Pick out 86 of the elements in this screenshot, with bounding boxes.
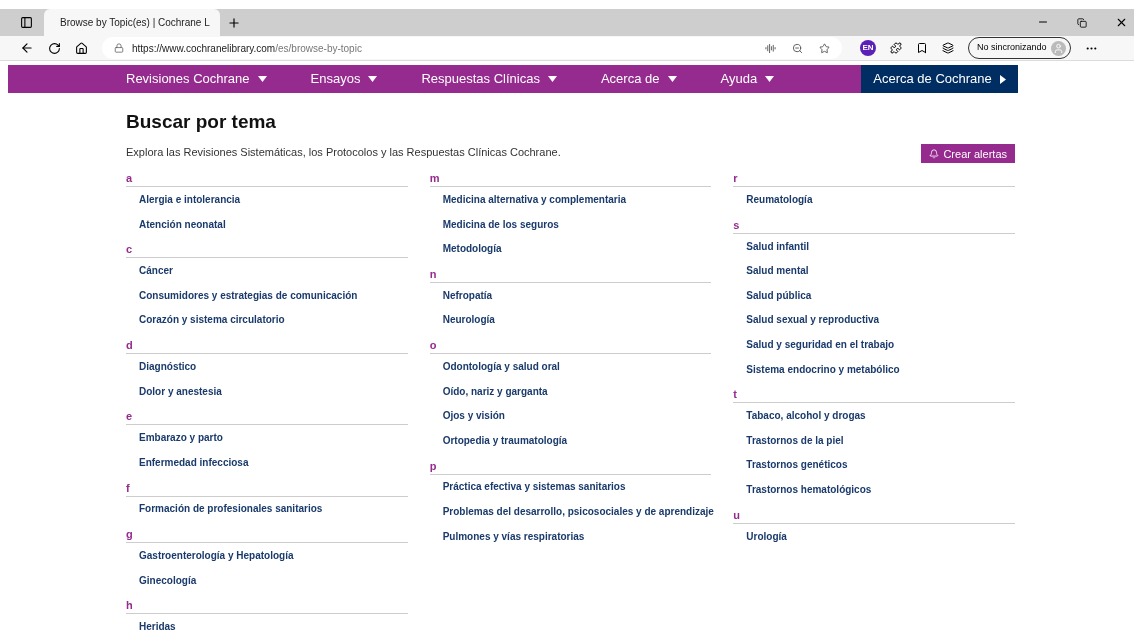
letter-heading: o (429, 338, 437, 354)
page-title: Buscar por tema (126, 110, 277, 135)
topic-link[interactable]: Alergia e intolerancia (139, 192, 241, 208)
topic-link[interactable]: Gastroenterología y Hepatología (139, 548, 294, 563)
letter-heading: f (126, 480, 130, 496)
letter-heading: t (733, 387, 737, 403)
topic-link[interactable]: Corazón y sistema circulatorio (139, 312, 285, 328)
caret-icon (257, 76, 267, 83)
letter-heading: u (733, 507, 741, 523)
topic-link[interactable]: Formación de profesionales sanitarios (139, 501, 323, 517)
nav-menu-item[interactable]: Respuestas Clínicas (421, 65, 557, 94)
bell-icon (929, 148, 940, 159)
topic-link[interactable]: Medicina alternativa y complementaria (442, 192, 627, 208)
letter-heading: n (429, 267, 437, 283)
letter-heading: h (126, 598, 133, 614)
caret-icon (368, 76, 378, 83)
zoom-out-icon[interactable] (792, 42, 803, 54)
plus-icon (227, 15, 241, 30)
nav-menu-item[interactable]: Revisiones Cochrane (126, 65, 267, 94)
favorites-icon[interactable] (916, 42, 928, 55)
topic-link[interactable]: Embarazo y parto (139, 430, 223, 446)
letter-heading: p (429, 458, 437, 474)
letter-heading: c (126, 242, 133, 258)
topic-link[interactable]: Nefropatía (442, 287, 493, 303)
letter-heading: m (429, 171, 440, 187)
tab-title: Browse by Topic(es) | Cochrane L (60, 16, 210, 31)
extensions-icon[interactable] (890, 42, 902, 55)
topic-link[interactable]: Ortopedia y traumatología (442, 432, 568, 448)
nav-menu-item[interactable]: Ensayos (310, 65, 378, 94)
topic-link[interactable]: Dolor y anestesia (139, 383, 222, 399)
lock-icon (114, 43, 124, 54)
topic-link[interactable]: Ojos y visión (442, 408, 505, 424)
letter-heading: g (126, 527, 133, 543)
topic-link[interactable]: Problemas del desarrollo, psicosociales y de aprendizaje (442, 504, 714, 519)
about-cochrane-button[interactable]: Acerca de Cochrane (861, 65, 1018, 94)
arrow-icon (999, 74, 1006, 84)
letter-heading: r (733, 171, 738, 187)
favorite-icon[interactable] (819, 42, 830, 54)
topic-link[interactable]: Tabaco, alcohol y drogas (746, 408, 866, 424)
topic-link[interactable]: Trastornos hematológicos (746, 482, 872, 497)
create-alerts-button[interactable]: Crear alertas (921, 144, 1015, 164)
nav-menu-item[interactable]: Ayuda (720, 65, 775, 94)
topic-link[interactable]: Trastornos genéticos (746, 457, 848, 473)
browser-tab[interactable]: Browse by Topic(es) | Cochrane L (44, 9, 220, 37)
topic-link[interactable]: Odontología y salud oral (442, 359, 560, 375)
letter-heading: a (126, 171, 133, 187)
topic-link[interactable]: Heridas (139, 619, 176, 635)
reload-icon[interactable] (48, 41, 61, 55)
caret-icon (667, 76, 677, 83)
topic-link[interactable]: Urología (746, 528, 787, 544)
address-field[interactable]: https://www.cochranelibrary.com/es/browse-by-topic (102, 37, 842, 60)
nav-menu-item[interactable]: Acerca de (600, 65, 677, 94)
intro-text: Explora las Revisiones Sistemáticas, los Protocolos y las Respuestas Clínicas Cochrane. (126, 144, 561, 160)
caret-icon (547, 76, 557, 83)
topic-link[interactable]: Práctica efectiva y sistemas sanitarios (442, 479, 626, 495)
url-text: https://www.cochranelibrary.com/es/browse-by-topic (132, 41, 362, 56)
extension-badge[interactable]: EN (860, 40, 876, 57)
letter-heading: d (126, 338, 133, 354)
topic-link[interactable]: Reumatología (746, 192, 813, 208)
caret-icon (765, 76, 775, 83)
topic-link[interactable]: Pulmones y vías respiratorias (442, 528, 585, 544)
topic-link[interactable]: Salud sexual y reproductiva (746, 312, 880, 328)
topic-link[interactable]: Cáncer (139, 263, 173, 279)
topic-link[interactable]: Diagnóstico (139, 359, 197, 375)
topic-link[interactable]: Salud mental (746, 263, 809, 279)
letter-heading: e (126, 409, 133, 425)
topic-link[interactable]: Metodología (442, 241, 502, 257)
restore-icon[interactable] (1077, 18, 1087, 29)
panel-icon (19, 16, 33, 30)
home-icon[interactable] (75, 41, 88, 55)
read-aloud-icon[interactable] (765, 42, 776, 54)
topic-link[interactable]: Ginecología (139, 572, 197, 588)
topic-link[interactable]: Enfermedad infecciosa (139, 454, 249, 470)
topic-link[interactable]: Oído, nariz y garganta (442, 383, 548, 399)
topic-link[interactable]: Salud pública (746, 287, 812, 303)
topic-link[interactable]: Trastornos de la piel (746, 432, 844, 448)
collections-icon[interactable] (942, 42, 954, 55)
topic-link[interactable]: Consumidores y estrategias de comunicación (139, 287, 358, 303)
topic-link[interactable]: Medicina de los seguros (442, 216, 559, 232)
avatar-icon (1050, 40, 1066, 56)
topic-link[interactable]: Neurología (442, 312, 495, 328)
topic-link[interactable]: Salud y seguridad en el trabajo (746, 337, 895, 353)
topic-link[interactable]: Sistema endocrino y metabólico (746, 361, 900, 377)
topic-link[interactable]: Salud infantil (746, 238, 810, 254)
letter-heading: s (733, 217, 740, 233)
topic-link[interactable]: Atención neonatal (139, 216, 226, 232)
